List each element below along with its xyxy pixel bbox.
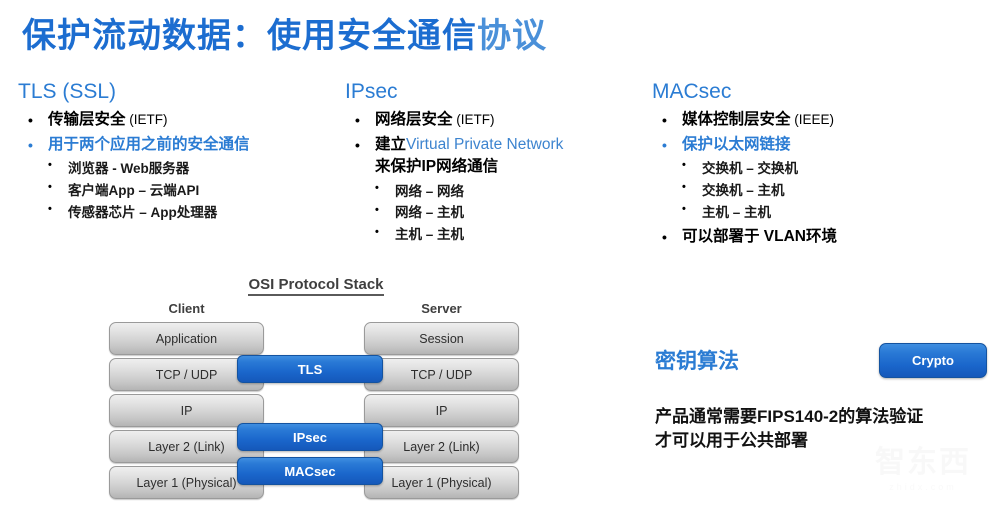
layer-box: Session [364, 322, 519, 355]
bullet-list-tls: • 传输层安全 (IETF) • 用于两个应用之前的安全通信 [18, 109, 338, 156]
list-item-label: 传感器芯片 – App处理器 [68, 204, 218, 220]
page-title: 保护流动数据：使用安全通信协议 [22, 8, 547, 57]
bullet-icon: • [682, 203, 686, 216]
bullet-icon: • [662, 228, 667, 245]
sub-bullet-list-macsec: • 交换机 – 交换机 • 交换机 – 主机 • 主机 – 主机 [652, 158, 987, 224]
layer-box: IP [109, 394, 264, 427]
list-item-label: 可以部署于 VLAN环境 [682, 227, 838, 245]
list-item: • 主机 – 主机 [345, 224, 645, 246]
list-item-suffix: (IEEE) [790, 112, 835, 128]
column-heading-tls: TLS (SSL) [18, 80, 117, 103]
crypto-note-line2: 才可以用于公共部署 [655, 431, 808, 451]
list-item-suffix: (IETF) [452, 112, 495, 128]
protocol-bar-macsec: MACsec [237, 457, 383, 485]
bullet-icon: • [355, 136, 360, 153]
vpn-line-prefix: 建立 [375, 135, 407, 153]
protocol-bar-ipsec: IPsec [237, 423, 383, 451]
list-item-label: 交换机 – 交换机 [702, 161, 799, 177]
list-item-label: 主机 – 主机 [395, 227, 465, 243]
list-item: • 传输层安全 (IETF) [18, 109, 338, 131]
sub-bullet-list-tls: • 浏览器 - Web服务器 • 客户端App – 云端API • 传感器芯片 … [18, 158, 338, 224]
list-item: • 客户端App – 云端API [18, 180, 338, 202]
stack-label-client: Client [168, 301, 205, 316]
vpn-line-blue: Virtual Private Network [406, 135, 564, 153]
list-item-label: 网络 – 主机 [395, 205, 465, 221]
watermark-subtext: zhidx.com [889, 482, 957, 492]
crypto-heading: 密钥算法 [655, 350, 739, 373]
column-tls: TLS (SSL) • 传输层安全 (IETF) • 用于两个应用之前的安全通信… [18, 80, 338, 226]
sub-bullet-list-ipsec: • 网络 – 网络 • 网络 – 主机 • 主机 – 主机 [345, 181, 645, 247]
osi-protocol-stack-diagram: OSI Protocol Stack Client Server Applica… [106, 276, 526, 506]
list-item: • 网络层安全 (IETF) [345, 109, 645, 131]
bullet-icon: • [375, 225, 379, 238]
layer-box: Application [109, 322, 264, 355]
list-item-label: 交换机 – 主机 [702, 182, 785, 198]
bullet-icon: • [48, 203, 52, 216]
crypto-note: 产品通常需要FIPS140-2的算法验证 才可以用于公共部署 [655, 405, 985, 453]
list-item-label: 网络层安全 [375, 111, 453, 129]
list-item-label: 传输层安全 [48, 111, 126, 129]
bullet-icon: • [662, 136, 667, 153]
bullet-list-macsec: • 媒体控制层安全 (IEEE) • 保护以太网链接 [652, 109, 987, 156]
column-heading-ipsec: IPsec [345, 80, 398, 103]
bullet-icon: • [682, 181, 686, 194]
list-item-label: 浏览器 - Web服务器 [68, 161, 190, 177]
bullet-icon: • [662, 112, 667, 129]
list-item-label: 用于两个应用之前的安全通信 [48, 135, 250, 153]
bullet-list-ipsec: • 网络层安全 (IETF) • 建立Virtual Private Netwo… [345, 109, 645, 178]
crypto-button[interactable]: Crypto [879, 343, 987, 378]
list-item-label: 保护以太网链接 [682, 135, 791, 153]
list-item: • 用于两个应用之前的安全通信 [18, 134, 338, 156]
bullet-icon: • [355, 112, 360, 129]
list-item: • 网络 – 主机 [345, 202, 645, 224]
page-title-main: 保护流动数据：使用安全通信 [22, 17, 477, 55]
stack-column-server: Session TCP / UDP IP Layer 2 (Link) Laye… [364, 322, 519, 502]
bullet-list-macsec-trailing: • 可以部署于 VLAN环境 [652, 226, 987, 248]
list-item: • 交换机 – 交换机 [652, 158, 987, 180]
vpn-line-second: 来保护IP网络通信 [375, 158, 499, 176]
list-item: • 主机 – 主机 [652, 202, 987, 224]
bullet-icon: • [48, 159, 52, 172]
crypto-note-line1: 产品通常需要FIPS140-2的算法验证 [655, 407, 924, 426]
osi-diagram-title: OSI Protocol Stack [106, 276, 526, 296]
column-ipsec: IPsec • 网络层安全 (IETF) • 建立Virtual Private… [345, 80, 645, 248]
list-item-label: 主机 – 主机 [702, 204, 772, 220]
list-item-label: 客户端App – 云端API [68, 182, 200, 198]
list-item-suffix: (IETF) [125, 112, 168, 128]
list-item: • 网络 – 网络 [345, 181, 645, 203]
list-item: • 交换机 – 主机 [652, 180, 987, 202]
page-title-tail: 协议 [477, 17, 547, 55]
layer-box: IP [364, 394, 519, 427]
protocol-bar-tls: TLS [237, 355, 383, 383]
column-heading-macsec: MACsec [652, 80, 732, 103]
column-macsec: MACsec • 媒体控制层安全 (IEEE) • 保护以太网链接 • 交换机 … [652, 80, 987, 250]
stack-label-server: Server [421, 301, 462, 316]
bullet-icon: • [375, 181, 379, 194]
layer-box: Layer 1 (Physical) [364, 466, 519, 499]
list-item: • 媒体控制层安全 (IEEE) [652, 109, 987, 131]
bullet-icon: • [682, 159, 686, 172]
list-item-vpn: • 建立Virtual Private Network 来保护IP网络通信 [345, 134, 645, 179]
list-item: • 保护以太网链接 [652, 134, 987, 156]
list-item: • 传感器芯片 – App处理器 [18, 202, 338, 224]
bullet-icon: • [48, 181, 52, 194]
layer-box: TCP / UDP [364, 358, 519, 391]
bullet-icon: • [28, 136, 33, 153]
layer-box: Layer 2 (Link) [364, 430, 519, 463]
bullet-icon: • [28, 112, 33, 129]
list-item: • 浏览器 - Web服务器 [18, 158, 338, 180]
list-item-label: 媒体控制层安全 [682, 111, 791, 129]
bullet-icon: • [375, 203, 379, 216]
list-item: • 可以部署于 VLAN环境 [652, 226, 987, 248]
list-item-label: 网络 – 网络 [395, 183, 465, 199]
